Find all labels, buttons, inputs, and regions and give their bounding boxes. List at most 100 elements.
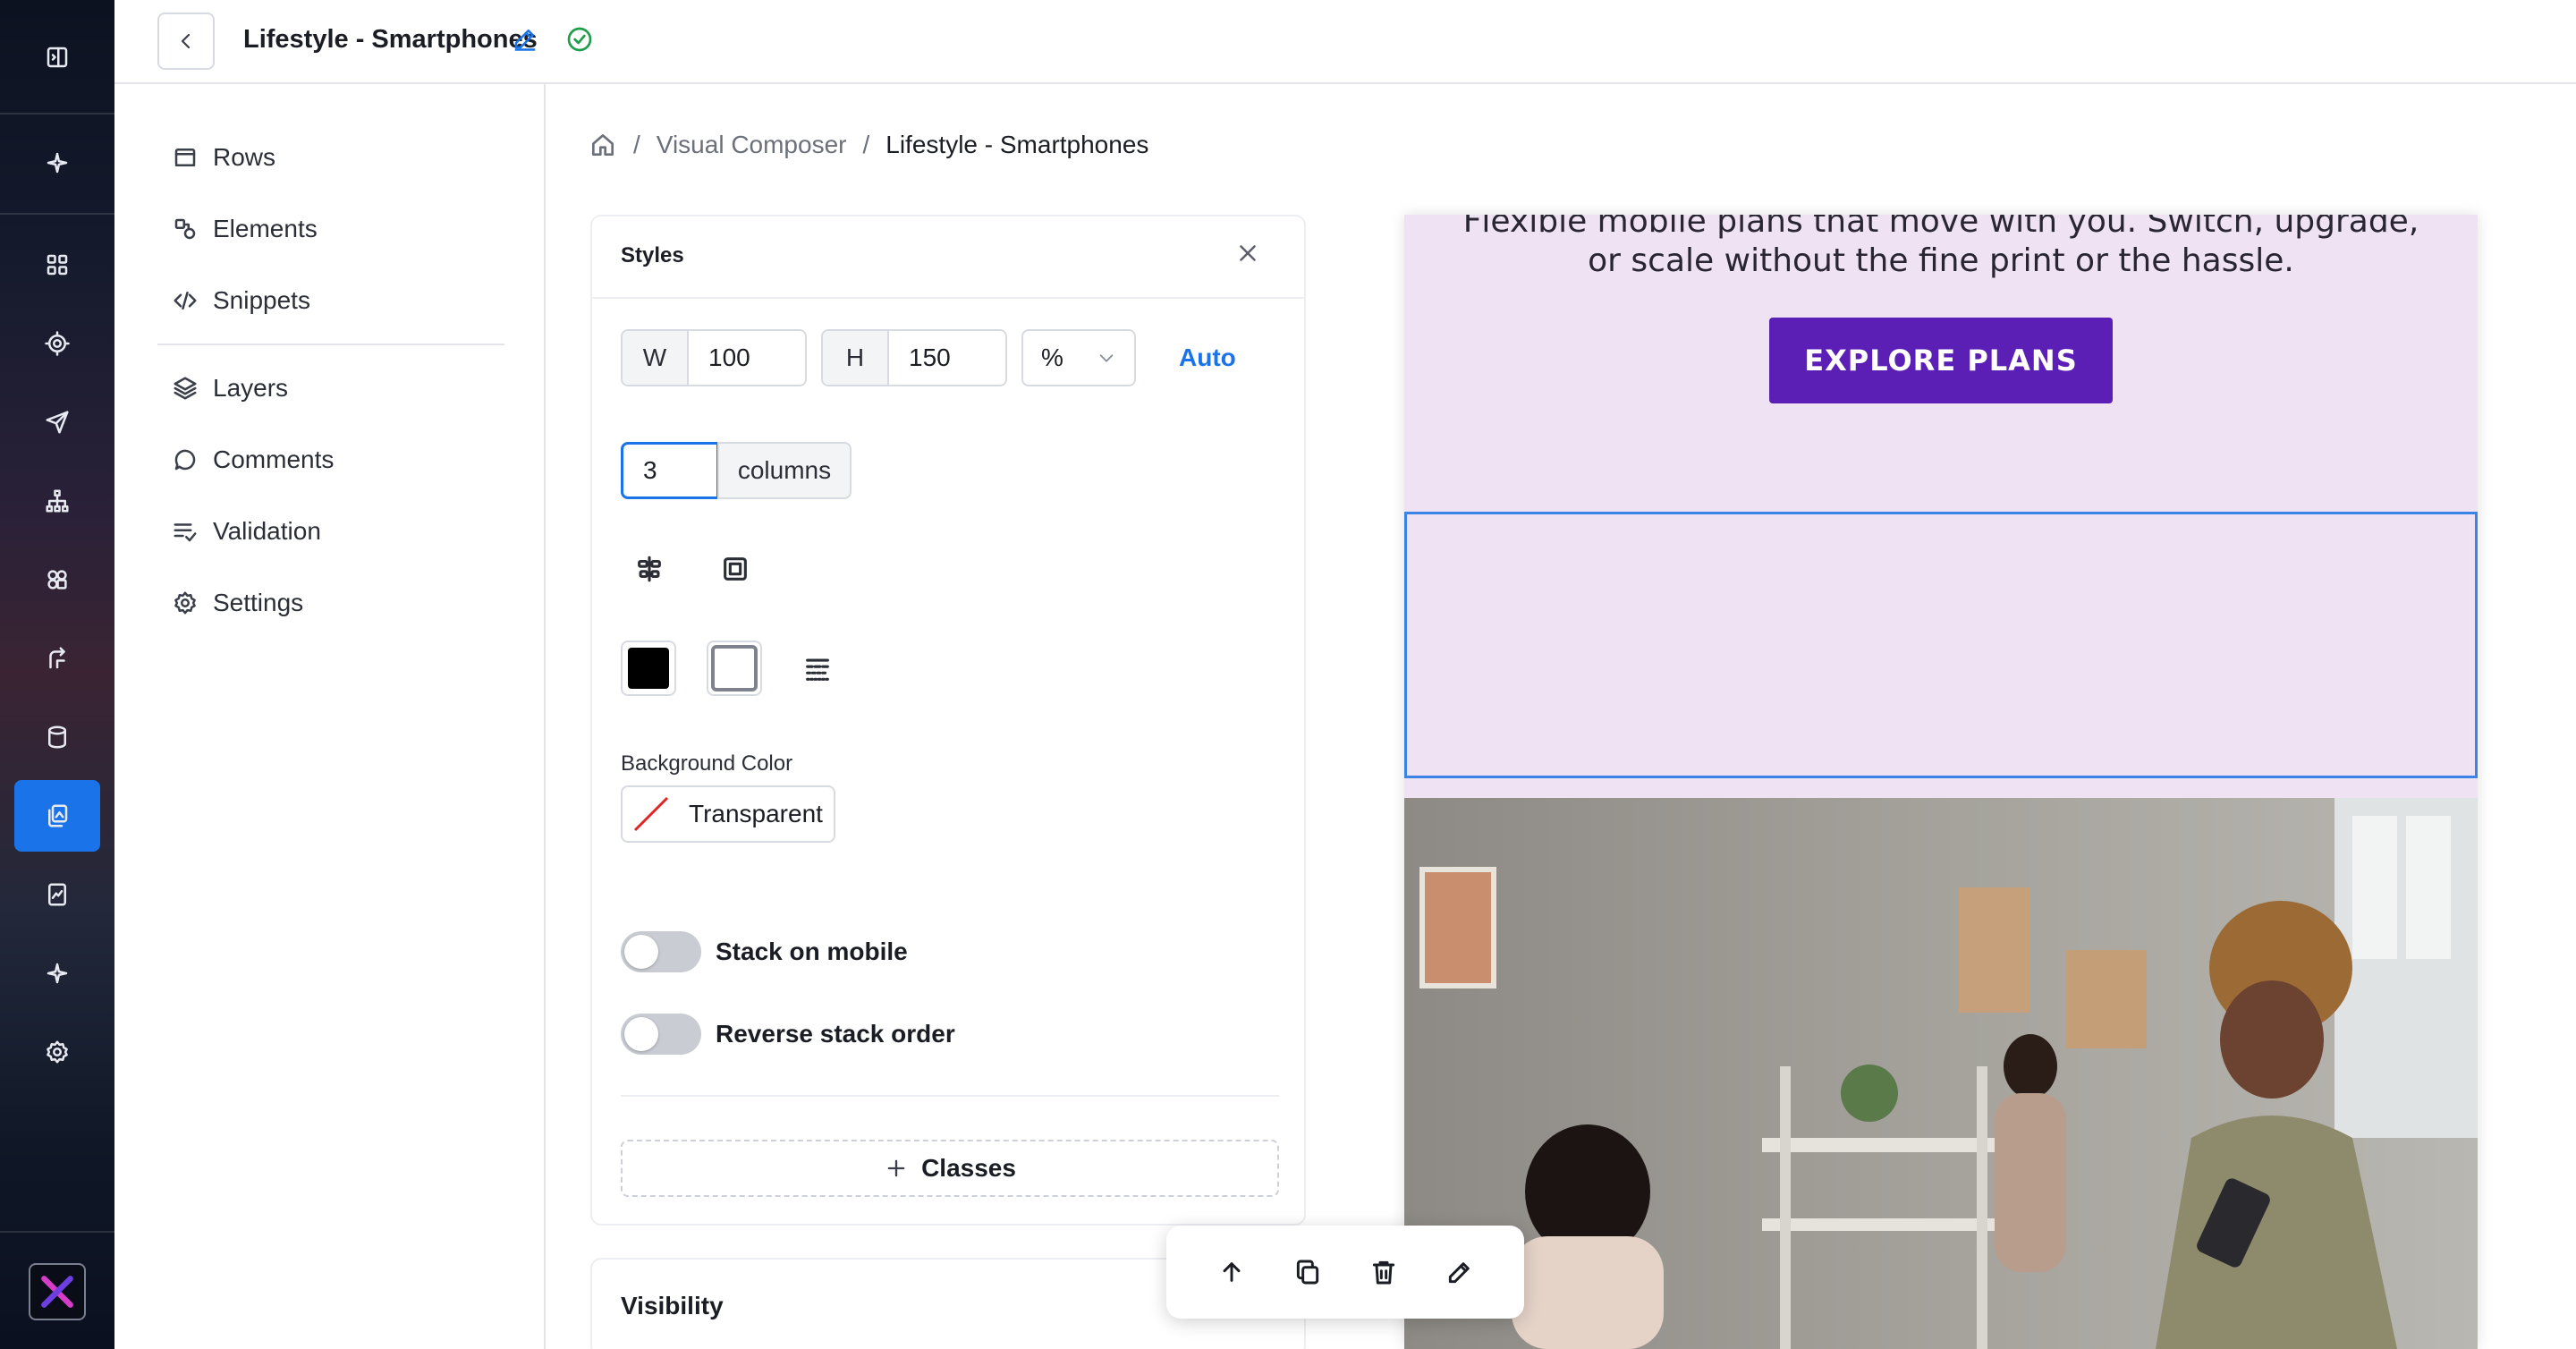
rail-campaigns-button[interactable] (14, 386, 100, 458)
brand-x-icon (41, 1276, 73, 1308)
breadcrumb-home[interactable] (589, 131, 617, 159)
brand-logo[interactable] (29, 1263, 86, 1320)
border-style-button[interactable] (791, 642, 844, 696)
unit-select-value: % (1041, 344, 1063, 371)
styles-panel: Styles W 100 H 150 % Auto 3 columns Back… (590, 215, 1306, 1226)
reverse-stack-toggle[interactable] (621, 1014, 701, 1055)
rail-reports-button[interactable] (14, 859, 100, 930)
edit-button[interactable] (1433, 1245, 1487, 1299)
transparent-swatch (630, 793, 673, 836)
duplicate-button[interactable] (1281, 1245, 1335, 1299)
reverse-stack-row: Reverse stack order (621, 1013, 955, 1056)
move-up-button[interactable] (1205, 1245, 1258, 1299)
stack-on-mobile-row: Stack on mobile (621, 930, 908, 973)
code-icon (174, 292, 197, 310)
border-color-button[interactable] (707, 641, 762, 696)
database-icon (48, 725, 66, 749)
sidebar-item-layers[interactable]: Layers (172, 361, 288, 415)
lifestyle-image[interactable] (1404, 798, 2478, 1349)
visibility-title: Visibility (621, 1292, 724, 1319)
copy-icon (1296, 1260, 1318, 1285)
pencil-icon (514, 30, 536, 51)
background-color-label: Background Color (621, 751, 793, 776)
delete-button[interactable] (1357, 1245, 1411, 1299)
back-button[interactable] (157, 13, 215, 70)
sidebar-item-settings[interactable]: Settings (172, 576, 303, 630)
check-circle-icon (567, 27, 592, 52)
stack-on-mobile-toggle[interactable] (621, 931, 701, 972)
add-classes-button[interactable]: Classes (621, 1140, 1279, 1197)
hero-line: or scale without the fine print or the h… (1588, 242, 2294, 279)
hierarchy-icon (46, 489, 69, 513)
content-library-icon (48, 804, 68, 827)
rows-icon (174, 148, 196, 166)
home-icon (592, 134, 614, 156)
rail-settings-button[interactable] (14, 1016, 100, 1088)
columns-input[interactable]: 3 (621, 442, 719, 499)
top-header: Lifestyle - Smartphones (114, 0, 2576, 84)
rail-targeting-button[interactable] (14, 308, 100, 379)
hero-line: Flexible mobile plans that move with you… (1462, 215, 2419, 240)
width-input[interactable]: 100 (689, 331, 805, 385)
rail-hierarchy-button[interactable] (14, 465, 100, 537)
width-prefix: W (623, 331, 689, 385)
selected-row[interactable] (1404, 512, 2478, 778)
reverse-stack-label: Reverse stack order (716, 1020, 955, 1048)
sidebar-item-label: Comments (213, 445, 335, 473)
auto-size-button[interactable]: Auto (1179, 344, 1236, 372)
sidebar-item-label: Settings (213, 589, 304, 616)
align-button[interactable] (623, 542, 676, 596)
fill-color-swatch (628, 648, 669, 689)
builder-sidebar: Rows Elements Snippets Layers Comments V… (114, 84, 546, 1349)
validation-icon (174, 523, 197, 542)
grid-icon (47, 254, 68, 276)
saved-status (565, 25, 594, 54)
rail-dashboard-button[interactable] (14, 229, 100, 301)
elements-icon (174, 218, 196, 240)
hero-description[interactable]: Flexible mobile plans that move with you… (1404, 215, 2478, 281)
comment-icon (174, 449, 196, 471)
sidebar-item-validation[interactable]: Validation (172, 505, 321, 558)
sidebar-item-elements[interactable]: Elements (172, 202, 318, 256)
edit-title-button[interactable] (512, 25, 538, 52)
height-field[interactable]: H 150 (821, 329, 1007, 386)
layers-icon (174, 377, 197, 400)
report-icon (48, 883, 66, 906)
explore-plans-button[interactable]: EXPLORE PLANS (1769, 318, 2113, 403)
width-field[interactable]: W 100 (621, 329, 807, 386)
rail-content-button[interactable] (14, 780, 100, 852)
breadcrumb-link[interactable]: Visual Composer (657, 131, 847, 159)
rail-data-button[interactable] (14, 701, 100, 773)
stack-on-mobile-label: Stack on mobile (716, 938, 908, 965)
ai-assistant-button[interactable] (14, 127, 100, 199)
align-center-icon (638, 556, 661, 582)
sidebar-item-label: Validation (213, 517, 321, 545)
rail-automation-button[interactable] (14, 623, 100, 694)
gear-icon (47, 1040, 68, 1064)
fill-color-button[interactable] (621, 641, 676, 696)
close-icon (1240, 245, 1256, 261)
email-canvas[interactable]: Flexible mobile plans that move with you… (1404, 215, 2478, 1349)
unit-select[interactable]: % (1021, 329, 1136, 386)
padding-button[interactable] (708, 542, 762, 596)
sidebar-item-rows[interactable]: Rows (172, 131, 275, 184)
styles-panel-header: Styles (592, 216, 1304, 299)
rail-ai-button[interactable] (14, 938, 100, 1009)
sidebar-item-label: Layers (213, 374, 289, 402)
rail-components-button[interactable] (14, 544, 100, 615)
height-input[interactable]: 150 (889, 331, 1005, 385)
sidebar-item-comments[interactable]: Comments (172, 433, 334, 487)
background-color-picker[interactable]: Transparent (621, 785, 835, 843)
breadcrumb: / Visual Composer / Lifestyle - Smartpho… (589, 131, 1148, 159)
sidebar-item-snippets[interactable]: Snippets (172, 274, 310, 327)
gear-icon (174, 591, 196, 615)
padding-icon (724, 557, 747, 581)
columns-label: columns (717, 442, 852, 499)
sidebar-divider (157, 344, 504, 345)
send-icon (46, 411, 69, 434)
collapse-sidebar-button[interactable] (14, 21, 100, 93)
close-styles-button[interactable] (1234, 240, 1261, 267)
panel-divider (621, 1095, 1279, 1097)
arrow-up-icon (1223, 1262, 1240, 1282)
styles-panel-title: Styles (621, 243, 684, 267)
